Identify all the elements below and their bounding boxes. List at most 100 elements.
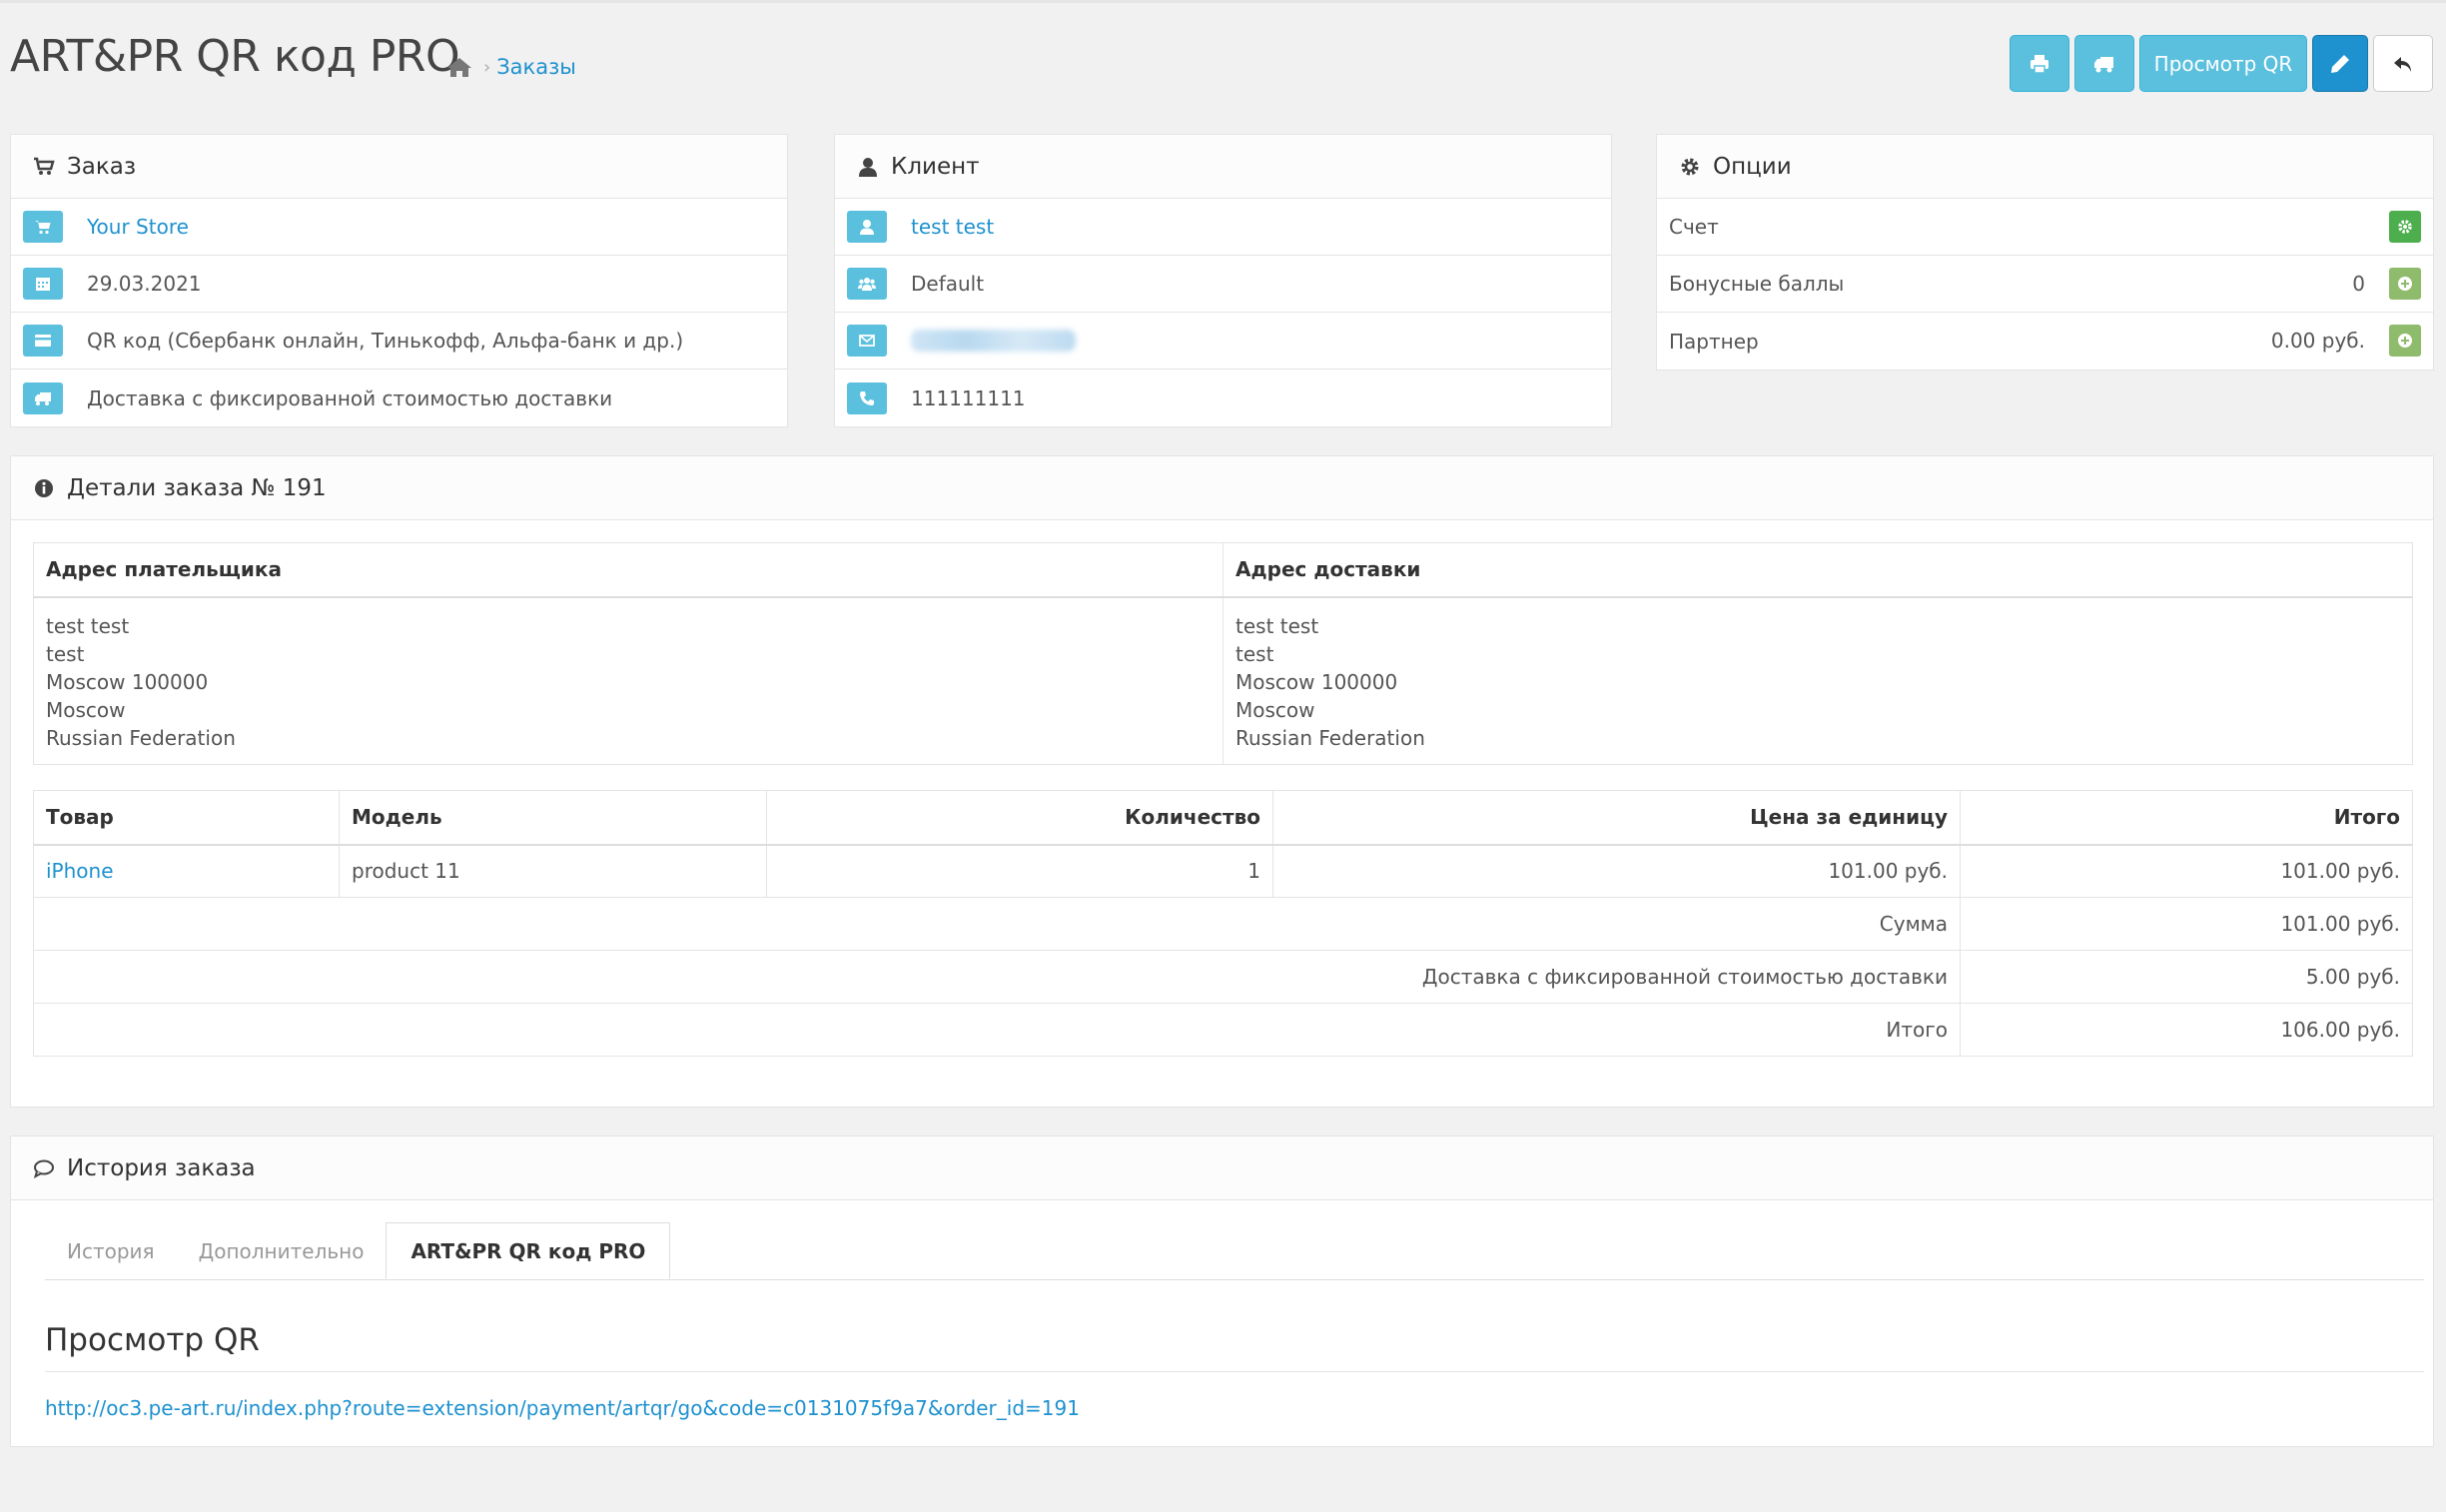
shipping-address-header: Адрес доставки xyxy=(1223,542,2413,598)
print-shipping-button[interactable] xyxy=(2074,35,2134,92)
total-label: Итого xyxy=(33,1003,1961,1057)
address-line: Russian Federation xyxy=(1235,725,1425,750)
print-invoice-button[interactable] xyxy=(2010,35,2069,92)
affiliate-value: 0.00 руб. xyxy=(2270,329,2365,353)
calendar-icon xyxy=(36,278,50,291)
order-date: 29.03.2021 xyxy=(87,272,202,296)
product-link[interactable]: iPhone xyxy=(46,859,114,883)
affiliate-row: Партнер 0.00 руб. xyxy=(1657,313,2433,370)
credit-card-icon xyxy=(35,335,51,347)
reward-row: Бонусные баллы 0 xyxy=(1657,256,2433,313)
tab-artpr-qr[interactable]: ART&PR QR код PRO xyxy=(386,1222,671,1279)
qr-view-button[interactable]: Просмотр QR xyxy=(2139,35,2307,92)
col-product: Товар xyxy=(33,790,340,846)
customer-email-redacted xyxy=(911,330,1076,352)
reward-value: 0 xyxy=(2352,272,2365,296)
tab-history[interactable]: История xyxy=(45,1222,177,1279)
options-panel-title: Опции xyxy=(1713,153,1792,180)
email-badge xyxy=(847,325,887,357)
customer-phone: 111111111 xyxy=(911,385,1026,410)
store-link[interactable]: Your Store xyxy=(87,215,189,239)
print-icon xyxy=(2031,54,2048,74)
customer-group: Default xyxy=(911,272,985,296)
back-button[interactable] xyxy=(2373,35,2433,92)
cog-icon xyxy=(2398,220,2412,234)
group-badge xyxy=(847,268,887,300)
cart-icon xyxy=(34,157,55,175)
breadcrumb-separator: › xyxy=(483,56,491,78)
address-line: Russian Federation xyxy=(46,725,236,750)
product-quantity: 1 xyxy=(766,844,1273,898)
options-panel: Опции Счет Бонусные баллы 0 Партнер 0.00… xyxy=(1656,134,2434,371)
payment-address-header: Адрес плательщика xyxy=(33,542,1223,598)
order-history-title: История заказа xyxy=(67,1154,256,1181)
products-table-wrap: Товар Модель Количество Цена за единицу … xyxy=(33,790,2413,1057)
address-line: Moscow xyxy=(1235,697,1315,722)
products-table: Товар Модель Количество Цена за единицу … xyxy=(33,790,2413,1057)
truck-icon xyxy=(2094,56,2113,72)
page-header: ART&PR QR код PRO › Заказы Просмотр QR xyxy=(0,0,2446,110)
tab-additional[interactable]: Дополнительно xyxy=(177,1222,387,1279)
address-line: Moscow 100000 xyxy=(1235,669,1398,694)
phone-icon xyxy=(860,390,874,405)
address-line: Moscow xyxy=(46,697,126,722)
address-table-wrap: Адрес плательщика Адрес доставки test te… xyxy=(33,542,2413,765)
total-row: Итого 106.00 руб. xyxy=(33,1003,2413,1057)
total-row: Доставка с фиксированной стоимостью дост… xyxy=(33,950,2413,1004)
truck-icon xyxy=(35,391,51,405)
customer-panel-title: Клиент xyxy=(891,153,980,180)
address-line: test xyxy=(1235,641,1274,666)
users-icon xyxy=(858,278,876,291)
payment-method: QR код (Сбербанк онлайн, Тинькофф, Альфа… xyxy=(87,329,684,353)
edit-button[interactable] xyxy=(2312,35,2368,92)
qr-payment-link[interactable]: http://oc3.pe-art.ru/index.php?route=ext… xyxy=(45,1396,1080,1420)
customer-name-link[interactable]: test test xyxy=(911,215,994,239)
envelope-icon xyxy=(859,335,875,347)
address-line: Moscow 100000 xyxy=(46,669,209,694)
generate-invoice-button[interactable] xyxy=(2389,211,2421,243)
divider xyxy=(45,1371,2424,1372)
shipping-address: test test test Moscow 100000 Moscow Russ… xyxy=(1223,596,2413,765)
customer-group-row: Default xyxy=(835,256,1611,313)
store-badge xyxy=(23,211,63,243)
qr-view-heading: Просмотр QR xyxy=(45,1322,260,1358)
reply-icon xyxy=(2394,56,2411,72)
breadcrumb-orders-link[interactable]: Заказы xyxy=(496,55,576,79)
order-details-heading: Детали заказа № 191 xyxy=(11,456,2433,520)
col-model: Модель xyxy=(339,790,767,846)
total-label: Сумма xyxy=(33,897,1961,951)
history-tabs: История Дополнительно ART&PR QR код PRO xyxy=(45,1222,2424,1280)
customer-phone-row: 111111111 xyxy=(835,370,1611,426)
user-icon xyxy=(859,157,877,177)
toolbar: Просмотр QR xyxy=(2010,35,2433,92)
order-shipping-row: Доставка с фиксированной стоимостью дост… xyxy=(11,370,787,426)
customer-badge xyxy=(847,211,887,243)
customer-email-row xyxy=(835,313,1611,370)
breadcrumb: › Заказы xyxy=(445,55,576,79)
add-reward-button[interactable] xyxy=(2389,268,2421,300)
product-model: product 11 xyxy=(339,844,767,898)
product-total: 101.00 руб. xyxy=(1960,844,2413,898)
order-payment-row: QR код (Сбербанк онлайн, Тинькофф, Альфа… xyxy=(11,313,787,370)
col-unit-price: Цена за единицу xyxy=(1272,790,1961,846)
invoice-label: Счет xyxy=(1669,215,1719,239)
address-line: test test xyxy=(1235,613,1319,638)
table-row: iPhone product 11 1 101.00 руб. 101.00 р… xyxy=(33,844,2413,898)
home-icon[interactable] xyxy=(445,55,473,79)
order-details-title: Детали заказа № 191 xyxy=(67,474,327,501)
order-store-row: Your Store xyxy=(11,199,787,256)
pencil-icon xyxy=(2331,54,2349,73)
col-quantity: Количество xyxy=(766,790,1273,846)
shipping-badge xyxy=(23,381,63,414)
order-history-panel: История заказа История Дополнительно ART… xyxy=(10,1135,2434,1447)
cart-icon xyxy=(35,221,51,235)
add-commission-button[interactable] xyxy=(2389,325,2421,357)
product-price: 101.00 руб. xyxy=(1272,844,1961,898)
comment-icon xyxy=(33,1159,54,1178)
address-line: test xyxy=(46,641,85,666)
product-name-cell: iPhone xyxy=(33,844,340,898)
total-value: 5.00 руб. xyxy=(1960,950,2413,1004)
user-icon xyxy=(860,220,874,235)
address-line: test test xyxy=(46,613,130,638)
order-details-panel: Детали заказа № 191 Адрес плательщика Ад… xyxy=(10,455,2434,1108)
